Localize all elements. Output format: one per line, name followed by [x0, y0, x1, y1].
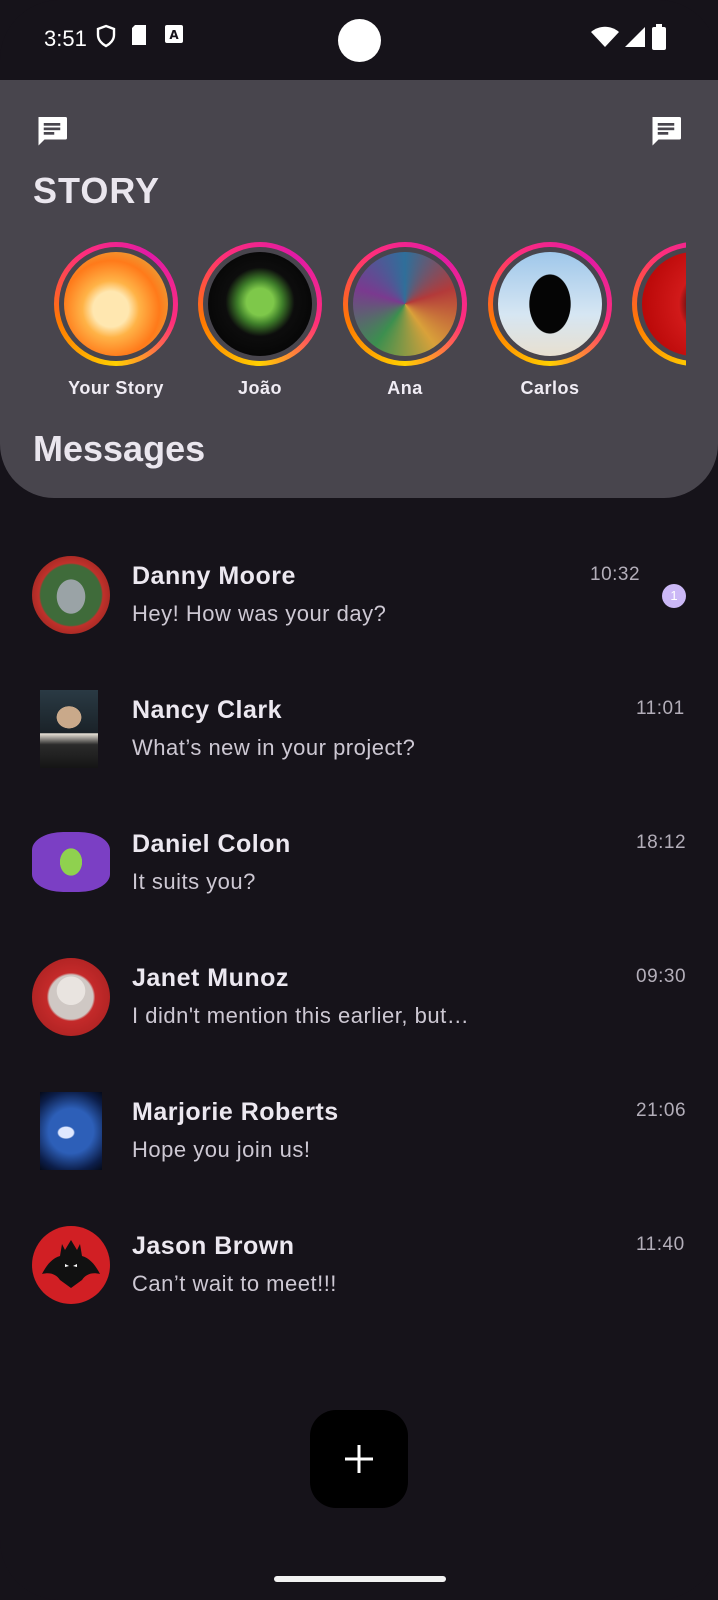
chat-item[interactable]: Jason Brown Can’t wait to meet!!! 11:40 — [0, 1196, 718, 1326]
chat-icon[interactable] — [34, 114, 70, 150]
message-preview: Hope you join us! — [132, 1137, 311, 1162]
status-bar: 3:51 A — [0, 0, 718, 80]
chat-item[interactable]: Marjorie Roberts Hope you join us! 21:06 — [0, 1062, 718, 1192]
plus-icon — [345, 1445, 373, 1473]
skull-emblem-red-avatar — [32, 958, 110, 1036]
new-message-button[interactable] — [310, 1410, 408, 1508]
wifi-icon — [591, 26, 619, 47]
man-in-suit-avatar — [40, 690, 98, 768]
contact-name: Janet Munoz — [132, 964, 289, 992]
signal-icon — [625, 27, 645, 47]
story-title: STORY — [33, 170, 161, 211]
abstract-painted-face-avatar — [353, 252, 457, 356]
green-mask-face-avatar — [208, 252, 312, 356]
unread-badge: 1 — [662, 584, 686, 608]
app-screen: 3:51 A STORY Your Story João Ana Carlos … — [0, 0, 718, 1600]
story-label: Ana — [387, 378, 423, 398]
message-time: 11:40 — [636, 1234, 685, 1255]
message-preview: Can’t wait to meet!!! — [132, 1271, 337, 1296]
message-time: 18:12 — [636, 832, 687, 853]
blue-masked-hero-avatar — [40, 1092, 102, 1170]
message-time: 10:32 — [590, 564, 641, 585]
story-label: João — [237, 378, 282, 398]
story-label: Carlos — [520, 378, 580, 398]
story-label: B — [620, 378, 686, 399]
batman-silhouette-icon — [42, 1240, 100, 1288]
message-preview: Hey! How was your day? — [132, 601, 387, 626]
hooded-figure-avatar — [498, 252, 602, 356]
golden-hair-character-avatar — [64, 252, 168, 356]
message-preview: I didn't mention this earlier, but… — [132, 1003, 470, 1028]
story-item-your-story[interactable]: Your Story — [42, 242, 190, 399]
svg-text:A: A — [169, 28, 179, 42]
chat-item[interactable]: Nancy Clark What’s new in your project? … — [0, 660, 718, 790]
story-ring — [488, 242, 612, 366]
story-label: Your Story — [68, 378, 164, 398]
story-carousel[interactable]: Your Story João Ana Carlos — [0, 242, 686, 412]
contact-name: Jason Brown — [132, 1232, 295, 1260]
green-armored-villain-avatar — [32, 556, 110, 634]
red-hero-avatar — [642, 252, 686, 356]
story-item-ana[interactable]: Ana — [331, 242, 479, 399]
messages-title: Messages — [33, 428, 206, 469]
status-time: 3:51 — [44, 26, 87, 51]
contact-name: Nancy Clark — [132, 696, 283, 724]
chat-item[interactable]: Janet Munoz I didn't mention this earlie… — [0, 928, 718, 1058]
contact-name: Daniel Colon — [132, 830, 291, 858]
message-preview: It suits you? — [132, 869, 256, 894]
keyboard-a-icon: A — [165, 25, 183, 43]
story-item-b[interactable]: B — [620, 242, 686, 399]
story-ring — [632, 242, 686, 366]
battery-icon — [652, 24, 666, 50]
story-ring — [343, 242, 467, 366]
camera-cutout — [338, 19, 381, 62]
story-ring — [198, 242, 322, 366]
chat-item[interactable]: Danny Moore Hey! How was your day? 10:32… — [0, 526, 718, 656]
message-time: 11:01 — [636, 698, 685, 719]
chat-icon[interactable] — [648, 114, 684, 150]
shield-icon — [96, 24, 116, 48]
chat-item[interactable]: Daniel Colon It suits you? 18:12 — [0, 794, 718, 924]
story-ring — [54, 242, 178, 366]
contact-name: Danny Moore — [132, 562, 296, 590]
story-item-carlos[interactable]: Carlos — [476, 242, 624, 399]
header-card: STORY Your Story João Ana Carlos Message… — [0, 80, 718, 498]
message-preview: What’s new in your project? — [132, 735, 416, 760]
message-time: 09:30 — [636, 966, 687, 987]
contact-name: Marjorie Roberts — [132, 1098, 339, 1126]
message-time: 21:06 — [636, 1100, 687, 1121]
story-item-joao[interactable]: João — [186, 242, 334, 399]
batman-red-avatar — [32, 1226, 110, 1304]
home-indicator[interactable] — [274, 1576, 446, 1582]
green-skull-purple-avatar — [32, 832, 110, 892]
sd-card-icon — [132, 25, 146, 45]
